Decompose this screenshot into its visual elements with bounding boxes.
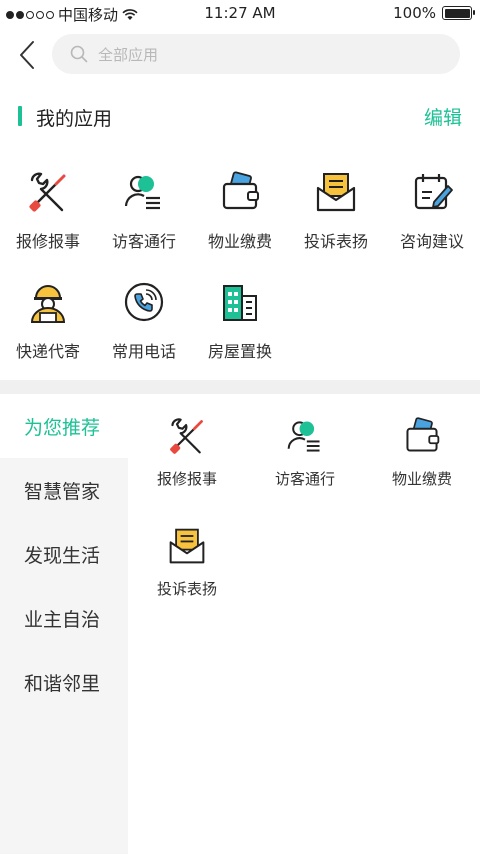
tab-recommend[interactable]: 为您推荐 (0, 394, 128, 458)
repair-tools-icon (29, 172, 66, 212)
visitor-icon (287, 421, 320, 452)
app-label: 咨询建议 (399, 232, 464, 251)
building-icon (223, 285, 257, 321)
tab-owner-autonomy[interactable]: 业主自治 (0, 586, 128, 650)
app-label: 物业缴费 (207, 232, 272, 251)
search-icon (70, 45, 88, 63)
mail-icon (316, 173, 356, 212)
phone-icon (124, 282, 164, 322)
app-item-payment[interactable]: 物业缴费 (192, 170, 288, 260)
rec-label: 物业缴费 (391, 470, 452, 488)
tab-discover-life[interactable]: 发现生活 (0, 522, 128, 586)
tab-smart-butler[interactable]: 智慧管家 (0, 458, 128, 522)
app-item-housing[interactable]: 房屋置换 (192, 280, 288, 370)
courier-icon (30, 285, 66, 323)
visitor-icon (124, 175, 160, 210)
battery-percent: 100% (393, 4, 436, 22)
edit-button[interactable]: 编辑 (424, 103, 462, 130)
battery-icon (442, 6, 475, 20)
app-item-phone[interactable]: 常用电话 (96, 280, 192, 370)
repair-tools-icon (170, 418, 203, 454)
chevron-left-icon (20, 41, 34, 69)
wallet-icon (406, 417, 440, 452)
rec-item-visitor[interactable]: 访客通行 (255, 416, 355, 496)
app-label: 常用电话 (111, 342, 176, 361)
rec-item-payment[interactable]: 物业缴费 (372, 416, 472, 496)
app-label: 房屋置换 (207, 342, 272, 361)
app-label: 投诉表扬 (303, 232, 368, 251)
category-sidebar: 为您推荐 智慧管家 发现生活 业主自治 和谐邻里 (0, 394, 128, 854)
search-input[interactable]: 全部应用 (52, 34, 460, 74)
section-accent-bar (18, 106, 22, 126)
section-divider (0, 380, 480, 394)
search-placeholder: 全部应用 (98, 45, 159, 64)
app-label: 访客通行 (111, 232, 176, 251)
app-item-repair[interactable]: 报修报事 (0, 170, 96, 260)
mail-icon (169, 528, 205, 564)
app-label: 快递代寄 (15, 342, 80, 361)
tab-neighbors[interactable]: 和谐邻里 (0, 650, 128, 714)
wallet-icon (222, 171, 259, 210)
app-label: 报修报事 (15, 232, 80, 251)
rec-label: 报修报事 (156, 470, 217, 488)
rec-label: 投诉表扬 (156, 580, 217, 598)
status-right: 100% (393, 4, 475, 22)
app-item-courier[interactable]: 快递代寄 (0, 280, 96, 370)
back-button[interactable] (12, 38, 42, 72)
rec-item-repair[interactable]: 报修报事 (137, 416, 237, 496)
my-apps-header: 我的应用 编辑 (0, 100, 480, 132)
app-item-consult[interactable]: 咨询建议 (384, 170, 480, 260)
battery-fill (444, 8, 470, 18)
rec-item-complaint[interactable]: 投诉表扬 (137, 526, 237, 606)
status-bar: 中国移动 11:27 AM 100% (0, 0, 480, 26)
rec-label: 访客通行 (274, 470, 335, 488)
app-item-complaint[interactable]: 投诉表扬 (288, 170, 384, 260)
my-apps-title: 我的应用 (36, 108, 113, 130)
app-item-visitor[interactable]: 访客通行 (96, 170, 192, 260)
calendar-edit-icon (414, 174, 453, 210)
